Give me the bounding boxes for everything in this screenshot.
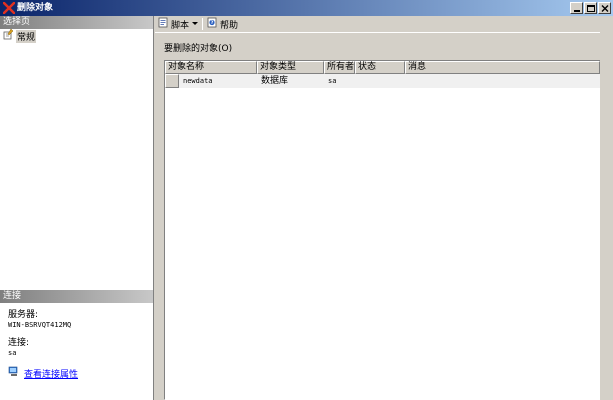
view-connection-properties-text[interactable]: 查看连接属性 bbox=[24, 367, 78, 380]
script-icon bbox=[158, 17, 169, 31]
script-button[interactable]: 脚本 bbox=[156, 17, 200, 32]
row-selector[interactable] bbox=[165, 74, 179, 88]
left-pane: 选择页 常规 连接 服务器: WIN-BSRVQT412MQ 连接: sa 查看… bbox=[0, 16, 154, 400]
maximize-button[interactable] bbox=[584, 2, 597, 14]
close-button[interactable] bbox=[598, 2, 611, 14]
grid-header: 对象名称 对象类型 所有者 状态 消息 bbox=[165, 61, 600, 74]
column-header-owner[interactable]: 所有者 bbox=[324, 61, 355, 74]
server-value: WIN-BSRVQT412MQ bbox=[8, 321, 72, 329]
help-label: 帮助 bbox=[220, 20, 239, 31]
objects-to-delete-label: 要删除的对象(O) bbox=[164, 44, 233, 54]
column-header-object-name[interactable]: 对象名称 bbox=[165, 61, 257, 74]
toolbar-separator bbox=[202, 18, 204, 30]
select-page-header: 选择页 bbox=[0, 16, 153, 29]
cell-status bbox=[355, 74, 405, 88]
cell-object-name: newdata bbox=[183, 77, 213, 85]
cell-object-type: 数据库 bbox=[261, 76, 289, 86]
help-icon: ? bbox=[207, 17, 218, 31]
column-header-status[interactable]: 状态 bbox=[355, 61, 405, 74]
script-label: 脚本 bbox=[171, 20, 190, 31]
toolbar: 脚本 ? 帮助 bbox=[155, 16, 613, 33]
window-edge bbox=[600, 16, 613, 400]
connection-header: 连接 bbox=[0, 290, 153, 303]
connection-value: sa bbox=[8, 349, 17, 357]
server-label: 服务器: bbox=[8, 310, 39, 320]
cell-owner: sa bbox=[328, 77, 337, 85]
page-icon bbox=[3, 28, 14, 43]
window-title: 删除对象 bbox=[17, 3, 54, 13]
connection-label: 连接: bbox=[8, 338, 30, 348]
column-header-message[interactable]: 消息 bbox=[405, 61, 600, 74]
nav-item-label: 常规 bbox=[16, 29, 37, 43]
connection-info: 连接: sa bbox=[8, 338, 29, 358]
help-button[interactable]: ? 帮助 bbox=[205, 17, 240, 32]
cell-message bbox=[405, 74, 600, 88]
main-pane: 脚本 ? 帮助 要删除的对象(O) 对象名称 对象类型 所有者 状态 消息 ne… bbox=[155, 16, 613, 400]
title-bar: 删除对象 bbox=[0, 0, 613, 16]
connection-properties-icon bbox=[8, 366, 19, 380]
table-row[interactable]: newdata 数据库 sa bbox=[165, 74, 600, 88]
chevron-down-icon[interactable] bbox=[192, 19, 199, 29]
nav-item-general[interactable]: 常规 bbox=[3, 28, 37, 43]
delete-x-icon bbox=[2, 1, 16, 15]
server-info: 服务器: WIN-BSRVQT412MQ bbox=[8, 310, 71, 330]
column-header-object-type[interactable]: 对象类型 bbox=[257, 61, 324, 74]
view-connection-properties-link[interactable]: 查看连接属性 bbox=[8, 366, 78, 380]
svg-text:?: ? bbox=[211, 20, 214, 26]
minimize-button[interactable] bbox=[570, 2, 583, 14]
objects-grid[interactable]: 对象名称 对象类型 所有者 状态 消息 newdata 数据库 sa bbox=[164, 60, 601, 400]
